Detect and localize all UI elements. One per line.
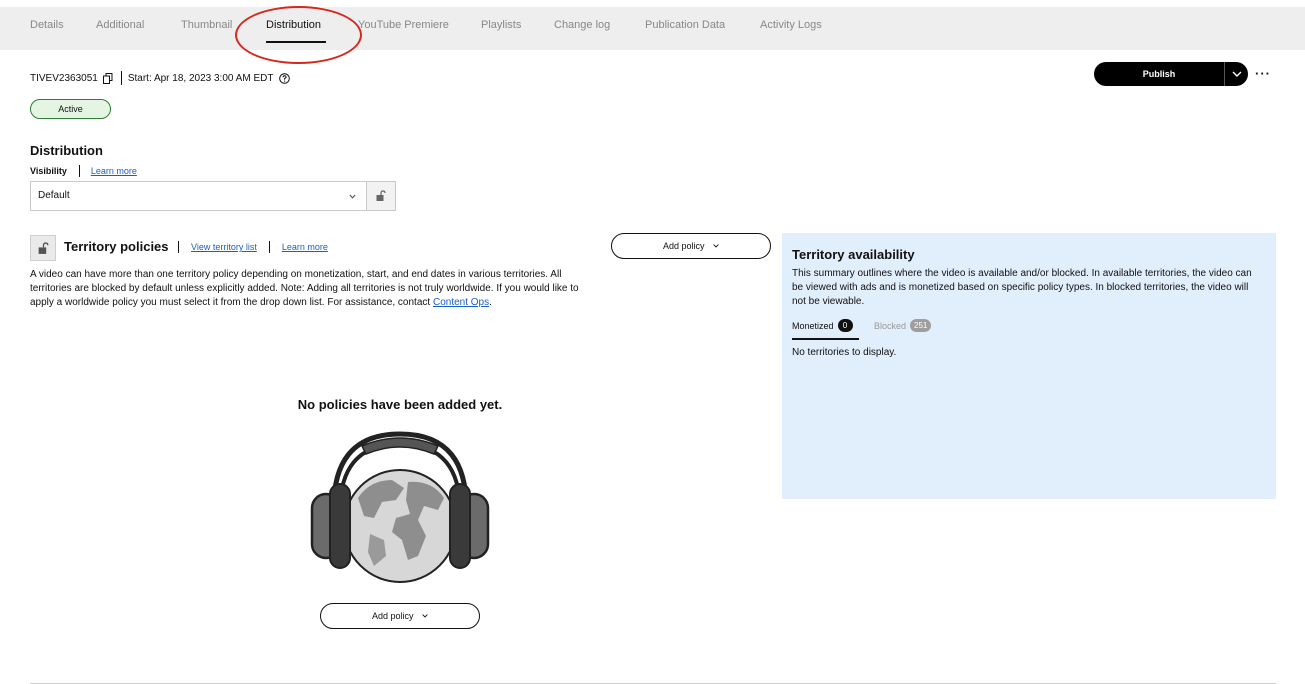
- empty-policies-title: No policies have been added yet.: [297, 397, 503, 412]
- status-badge: Active: [30, 99, 111, 119]
- add-policy-label: Add policy: [371, 611, 414, 621]
- content-ops-link[interactable]: Content Ops: [433, 297, 489, 308]
- publish-button[interactable]: Publish: [1094, 62, 1224, 86]
- globe-headphones-illustration: [300, 428, 500, 588]
- add-policy-button[interactable]: Add policy: [611, 233, 771, 259]
- publish-options-button[interactable]: [1224, 62, 1248, 86]
- unlock-icon: [376, 190, 386, 201]
- chevron-down-icon: [1232, 71, 1241, 77]
- territory-divider: [178, 241, 179, 253]
- monetized-count-badge: 0: [837, 319, 853, 332]
- meta-divider: [120, 71, 122, 85]
- distribution-title: Distribution: [30, 143, 103, 158]
- visibility-lock-button[interactable]: [367, 181, 396, 211]
- visibility-select[interactable]: Default: [30, 181, 367, 211]
- visibility-divider: [78, 165, 80, 177]
- tab-youtube-premiere[interactable]: YouTube Premiere: [358, 19, 449, 31]
- territory-links: View territory list Learn more: [178, 241, 328, 253]
- chevron-down-icon: [422, 614, 428, 618]
- territory-availability-panel: Territory availability This summary outl…: [782, 233, 1276, 499]
- add-policy-button[interactable]: Add policy: [320, 603, 480, 629]
- territory-divider: [268, 241, 270, 253]
- help-icon[interactable]: [279, 72, 291, 84]
- chevron-down-icon: [349, 182, 356, 210]
- blocked-label: Blocked: [874, 320, 907, 331]
- territory-description-text: A video can have more than one territory…: [30, 269, 579, 308]
- tab-additional[interactable]: Additional: [96, 19, 144, 31]
- availability-tab-indicator: [792, 338, 859, 340]
- monetized-label: Monetized: [792, 320, 834, 331]
- add-policy-label: Add policy: [662, 241, 705, 251]
- video-meta: TIVEV2363051 Start: Apr 18, 2023 3:00 AM…: [30, 71, 291, 85]
- blocked-count-badge: 251: [910, 319, 932, 332]
- territory-lock-button[interactable]: [30, 235, 56, 261]
- territory-policies-title: Territory policies: [64, 239, 169, 254]
- availability-title: Territory availability: [792, 247, 915, 262]
- territory-description-end: .: [489, 297, 492, 308]
- visibility-label: Visibility: [30, 166, 67, 176]
- tab-thumbnail[interactable]: Thumbnail: [181, 19, 232, 31]
- copy-icon[interactable]: [102, 72, 113, 84]
- tab-activity-logs[interactable]: Activity Logs: [760, 19, 822, 31]
- visibility-value: Default: [38, 190, 70, 201]
- more-options-icon[interactable]: ···: [1254, 64, 1272, 82]
- tab-distribution[interactable]: Distribution: [266, 19, 321, 31]
- visibility-learn-more-link[interactable]: Learn more: [91, 166, 137, 176]
- tab-change-log[interactable]: Change log: [554, 19, 610, 31]
- tab-monetized[interactable]: Monetized 0: [792, 319, 853, 332]
- view-territory-list-link[interactable]: View territory list: [191, 242, 257, 252]
- tab-blocked[interactable]: Blocked 251: [874, 319, 932, 332]
- video-id: TIVEV2363051: [30, 72, 98, 84]
- tab-details[interactable]: Details: [30, 19, 64, 31]
- availability-empty-message: No territories to display.: [792, 347, 897, 358]
- territory-description: A video can have more than one territory…: [30, 268, 600, 310]
- visibility-row: Visibility Learn more: [30, 165, 137, 177]
- start-date: Start: Apr 18, 2023 3:00 AM EDT: [127, 72, 274, 84]
- territory-learn-more-link[interactable]: Learn more: [282, 242, 328, 252]
- availability-description: This summary outlines where the video is…: [792, 268, 1252, 307]
- active-tab-indicator: [266, 41, 326, 43]
- unlock-icon: [38, 241, 48, 254]
- chevron-down-icon: [713, 244, 719, 248]
- tab-playlists[interactable]: Playlists: [481, 19, 521, 31]
- tab-publication-data[interactable]: Publication Data: [645, 19, 725, 31]
